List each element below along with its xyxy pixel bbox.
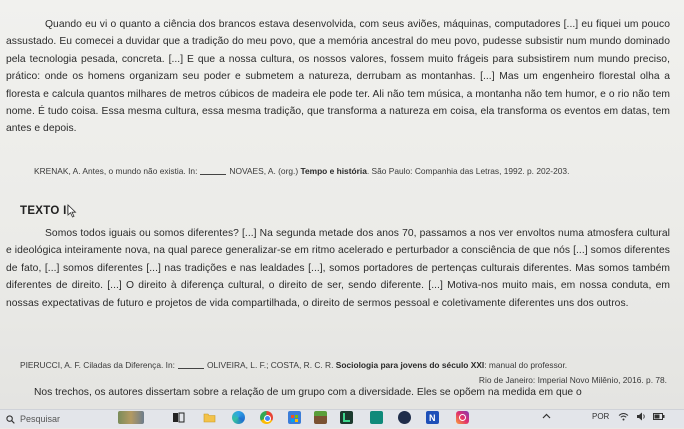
chrome-icon[interactable] — [260, 411, 273, 424]
wifi-app-icon[interactable] — [370, 411, 383, 424]
store-icon[interactable] — [288, 411, 301, 424]
volume-icon[interactable] — [636, 412, 647, 421]
weather-thumbnail[interactable] — [118, 411, 144, 424]
l-app-icon[interactable] — [340, 411, 353, 424]
n-app-icon[interactable]: N — [426, 411, 439, 424]
instagram-icon[interactable] — [456, 411, 469, 424]
search-placeholder: Pesquisar — [20, 414, 61, 424]
question-statement: Nos trechos, os autores dissertam sobre … — [34, 387, 582, 398]
battery-icon[interactable] — [653, 412, 665, 421]
task-view-icon[interactable] — [172, 411, 185, 424]
dark-app-icon[interactable] — [398, 411, 411, 424]
citation-pierucci: PIERUCCI, A. F. Ciladas da Diferença. In… — [20, 359, 567, 371]
citation-pierucci-before: PIERUCCI, A. F. Ciladas da Diferença. In… — [20, 360, 175, 370]
svg-text:N: N — [429, 413, 436, 423]
edge-icon[interactable] — [232, 411, 245, 424]
taskbar-search-box[interactable]: Pesquisar — [2, 412, 124, 426]
citation-krenak-before: KRENAK, A. Antes, o mundo não existia. I… — [34, 166, 198, 176]
citation-pierucci-line2: Rio de Janeiro: Imperial Novo Milênio, 2… — [478, 375, 667, 385]
minecraft-icon[interactable] — [314, 411, 327, 424]
citation-krenak-after: NOVAES, A. (org.) — [229, 166, 299, 176]
citation-pierucci-after: OLIVEIRA, L. F.; COSTA, R. C. R. — [207, 360, 334, 370]
document-page: Quando eu vi o quanto a ciência dos bran… — [0, 0, 684, 409]
wifi-icon[interactable] — [618, 412, 629, 421]
citation-pierucci-rest: : manual do professor. — [484, 360, 568, 370]
file-explorer-icon[interactable] — [203, 411, 216, 424]
citation-blank — [200, 174, 227, 175]
citation-krenak-title: Tempo e história — [300, 166, 367, 176]
text-i-paragraph: Quando eu vi o quanto a ciência dos bran… — [6, 19, 670, 135]
citation-blank — [178, 368, 204, 369]
citation-pierucci-title: Sociologia para jovens do século XXI — [335, 360, 485, 370]
chevron-up-icon[interactable] — [542, 412, 551, 421]
citation-krenak-rest: . São Paulo: Companhia das Letras, 1992.… — [366, 166, 570, 176]
text-ii-paragraph: Somos todos iguais ou somos diferentes? … — [6, 228, 670, 309]
citation-krenak: KRENAK, A. Antes, o mundo não existia. I… — [34, 165, 569, 177]
language-indicator[interactable]: POR — [592, 412, 609, 421]
text-ii-heading: TEXTO II — [20, 205, 71, 217]
mouse-cursor-icon — [67, 204, 77, 218]
search-icon — [6, 414, 15, 424]
